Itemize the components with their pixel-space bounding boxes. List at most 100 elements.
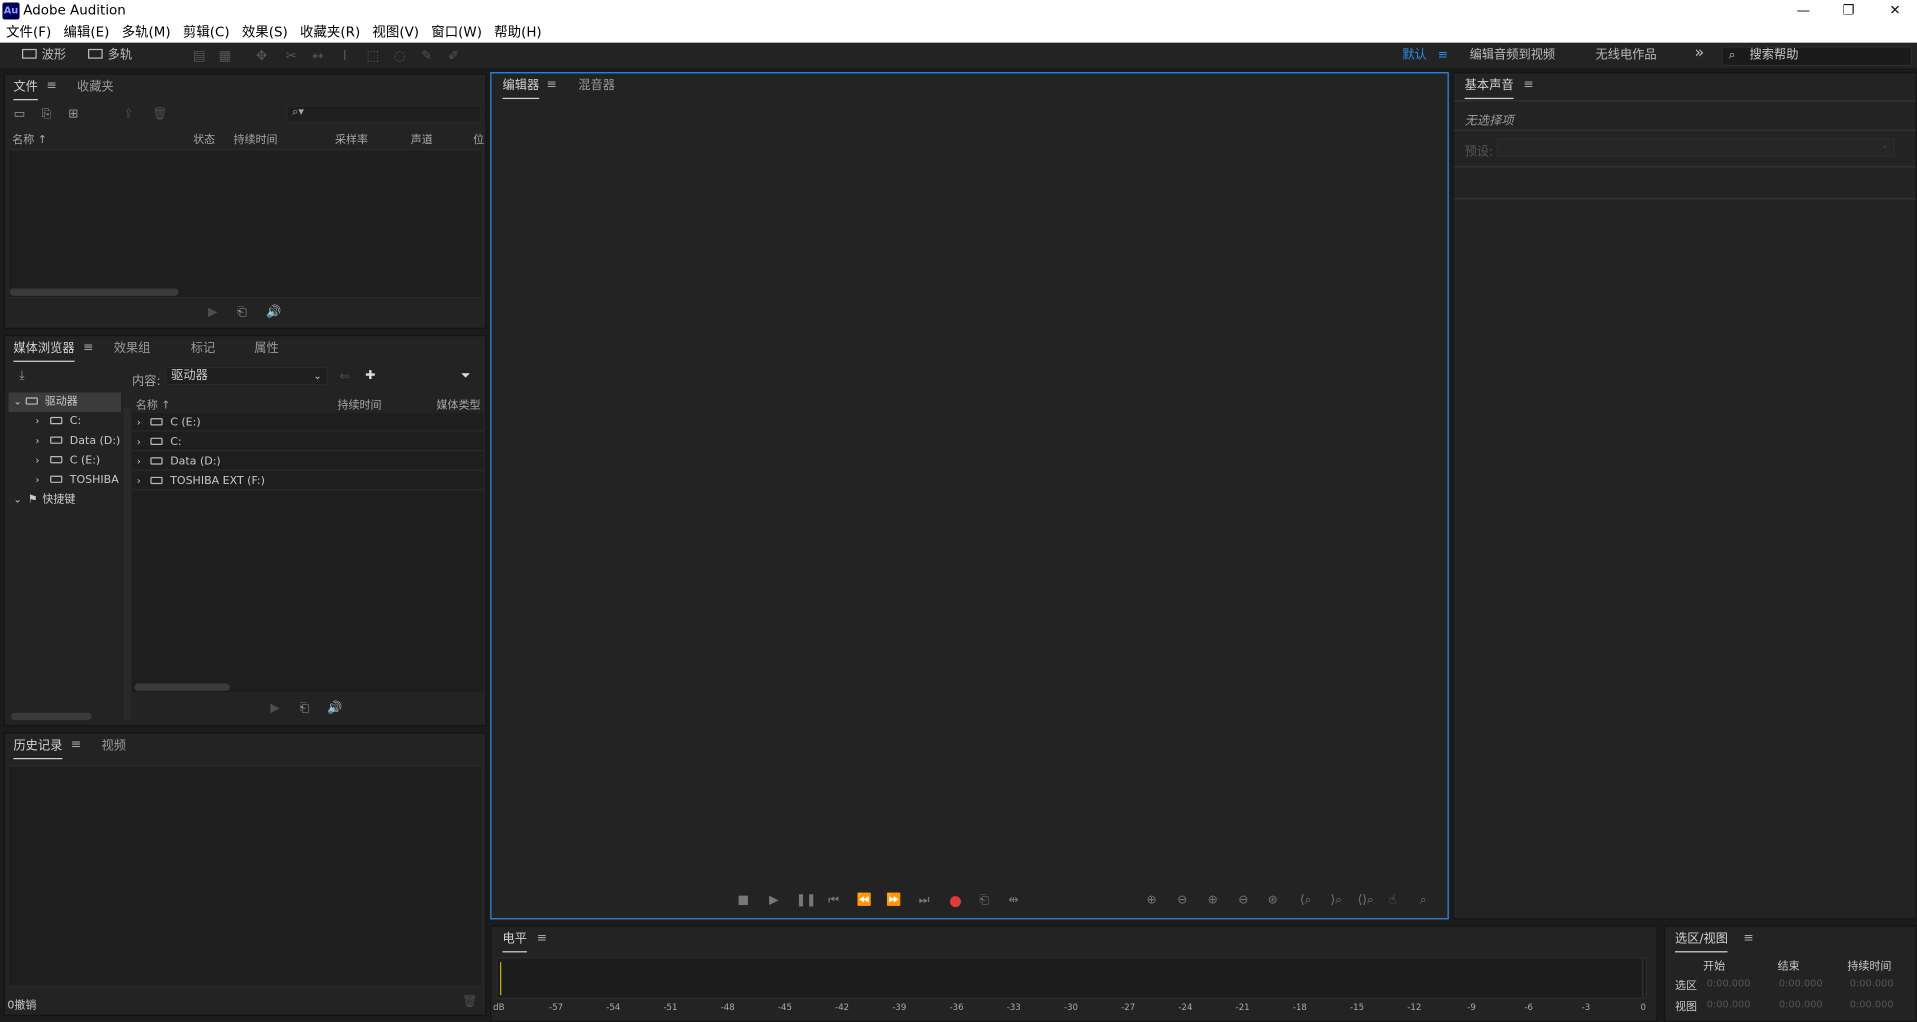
move-tool-icon[interactable]: ✥ (253, 48, 270, 65)
menu-multitrack[interactable]: 多轨(M) (115, 22, 176, 43)
menu-help[interactable]: 帮助(H) (488, 22, 548, 43)
selection-end-value[interactable]: 0:00.000 (1779, 978, 1823, 989)
open-file-icon[interactable]: ▭ (11, 108, 28, 123)
tab-editor[interactable]: 编辑器 (502, 79, 540, 100)
panel-menu-icon[interactable]: ≡ (46, 79, 56, 92)
insert-into-multitrack-icon[interactable]: ⇪ (120, 108, 137, 123)
files-list[interactable] (7, 149, 483, 299)
workspace-radio-production[interactable]: 无线电作品 (1595, 48, 1656, 65)
view-end-value[interactable]: 0:00.000 (1779, 999, 1823, 1010)
spot-healing-tool-icon[interactable]: ✐ (445, 48, 462, 65)
spectral-display-icon[interactable]: ▤ (191, 48, 208, 65)
selection-view-title[interactable]: 选区/视图 (1674, 933, 1729, 953)
zoom-in-at-out-point-icon[interactable]: ⟩⌕ (1325, 894, 1347, 909)
autoplay-icon[interactable]: 🔊 (324, 702, 346, 717)
menu-window[interactable]: 窗口(W) (425, 22, 488, 43)
zoom-fit-icon[interactable]: ⌕ (1415, 894, 1432, 909)
minimize-button[interactable]: — (1785, 1, 1822, 21)
loop-playback-icon[interactable]: ⎗ (296, 702, 313, 717)
close-file-icon[interactable]: 🗑 (152, 108, 169, 123)
tree-item-data-d[interactable]: › Data (D:) (9, 432, 121, 450)
panel-menu-icon[interactable]: ≡ (1523, 78, 1533, 91)
tree-item-toshiba[interactable]: › TOSHIBA (9, 471, 121, 489)
multitrack-button[interactable]: 多轨 (88, 46, 132, 66)
zoom-out-full-icon[interactable]: ⊛ (1264, 894, 1281, 909)
back-arrow-icon[interactable]: ⇐ (336, 370, 353, 385)
column-duration[interactable]: 持续时间 (234, 131, 278, 146)
tree-splitter[interactable] (123, 407, 131, 721)
column-channels[interactable]: 声道 (411, 131, 433, 146)
tree-item-c[interactable]: › C: (9, 412, 121, 430)
brush-tool-icon[interactable]: ✎ (418, 48, 435, 65)
panel-menu-icon[interactable]: ≡ (71, 738, 81, 751)
panel-menu-icon[interactable]: ≡ (83, 341, 93, 354)
help-search-input[interactable]: ⌕ 搜索帮助 (1721, 46, 1913, 67)
more-workspaces-icon[interactable]: » (1695, 45, 1705, 62)
add-shortcut-icon[interactable]: ✚ (362, 369, 379, 384)
waveform-button[interactable]: 波形 (22, 46, 66, 66)
menu-file[interactable]: 文件(F) (0, 22, 57, 43)
tab-effects-rack[interactable]: 效果组 (114, 342, 151, 357)
loop-playback-icon[interactable]: ⎗ (976, 894, 993, 909)
close-button[interactable]: ✕ (1877, 1, 1914, 21)
skip-to-start-icon[interactable]: ⏮ (825, 894, 842, 909)
list-item[interactable]: › C (E:) (132, 413, 483, 432)
tab-video[interactable]: 视频 (101, 740, 125, 755)
filter-icon[interactable]: ⏷ (457, 369, 474, 384)
tree-item-shortcuts[interactable]: ⌄ ⚑ 快捷键 (9, 490, 121, 508)
preset-dropdown[interactable]: ⌄ (1496, 138, 1896, 157)
workspace-menu-icon[interactable]: ≡ (1438, 48, 1448, 65)
play-icon[interactable]: ▶ (765, 894, 782, 909)
play-icon[interactable]: ▶ (267, 702, 284, 717)
zoom-in-amplitude-icon[interactable]: ⊕ (1143, 894, 1160, 909)
tab-favorites[interactable]: 收藏夹 (77, 81, 114, 96)
panel-menu-icon[interactable]: ≡ (547, 78, 557, 91)
zoom-in-time-icon[interactable]: ⊕ (1204, 894, 1221, 909)
menu-effects[interactable]: 效果(S) (236, 22, 294, 43)
tree-item-drives[interactable]: ⌄ 驱动器 (8, 392, 122, 413)
files-horizontal-scrollbar[interactable] (9, 288, 179, 296)
view-duration-value[interactable]: 0:00.000 (1850, 999, 1894, 1010)
list-item[interactable]: › Data (D:) (132, 452, 483, 471)
level-meter-title[interactable]: 电平 (502, 933, 527, 953)
menu-edit[interactable]: 编辑(E) (57, 22, 115, 43)
slip-tool-icon[interactable]: ↔ (309, 48, 326, 65)
menu-clip[interactable]: 剪辑(C) (177, 22, 236, 43)
pitch-display-icon[interactable]: ▦ (216, 48, 233, 65)
column-name[interactable]: 名称 ↑ (12, 131, 47, 146)
tab-mixer[interactable]: 混音器 (578, 79, 615, 94)
pause-icon[interactable]: ❚❚ (796, 894, 816, 909)
media-list-horizontal-scrollbar[interactable] (134, 683, 230, 691)
time-selection-tool-icon[interactable]: I (336, 48, 353, 65)
column-duration[interactable]: 持续时间 (337, 396, 381, 412)
download-icon[interactable]: ⤓ (11, 369, 33, 384)
loop-playback-icon[interactable]: ⎗ (234, 306, 251, 321)
tab-markers[interactable]: 标记 (191, 342, 215, 357)
essential-sound-title[interactable]: 基本声音 (1464, 79, 1514, 100)
skip-to-end-icon[interactable]: ⏭ (916, 894, 933, 909)
autoplay-icon[interactable]: 🔊 (263, 306, 285, 321)
column-sample-rate[interactable]: 采样率 (335, 131, 368, 146)
column-name[interactable]: 名称 ↑ (136, 396, 171, 412)
content-dropdown[interactable]: 驱动器 ⌄ (165, 366, 328, 386)
marquee-tool-icon[interactable]: ⬚ (364, 48, 381, 65)
column-status[interactable]: 状态 (193, 131, 215, 146)
list-item[interactable]: › C: (132, 433, 483, 452)
tree-item-c-e[interactable]: › C (E:) (9, 451, 121, 469)
tab-history[interactable]: 历史记录 (13, 740, 63, 760)
history-list[interactable] (7, 765, 483, 988)
new-file-icon[interactable]: ⊞ (64, 108, 84, 123)
selection-start-value[interactable]: 0:00.000 (1707, 978, 1751, 989)
zoom-in-at-in-point-icon[interactable]: ⟨⌕ (1295, 894, 1317, 909)
selection-duration-value[interactable]: 0:00.000 (1850, 978, 1894, 989)
view-start-value[interactable]: 0:00.000 (1707, 999, 1751, 1010)
rewind-icon[interactable]: ⏪ (856, 894, 873, 909)
zoom-to-selected-clips-icon[interactable]: ☝ (1384, 894, 1401, 909)
panel-menu-icon[interactable]: ≡ (1743, 932, 1753, 945)
menu-view[interactable]: 视图(V) (366, 22, 425, 43)
razor-tool-icon[interactable]: ✂ (282, 48, 299, 65)
fast-forward-icon[interactable]: ⏩ (885, 894, 902, 909)
tab-media-browser[interactable]: 媒体浏览器 (13, 342, 75, 362)
zoom-out-amplitude-icon[interactable]: ⊖ (1174, 894, 1191, 909)
lasso-tool-icon[interactable]: ◌ (391, 48, 408, 65)
